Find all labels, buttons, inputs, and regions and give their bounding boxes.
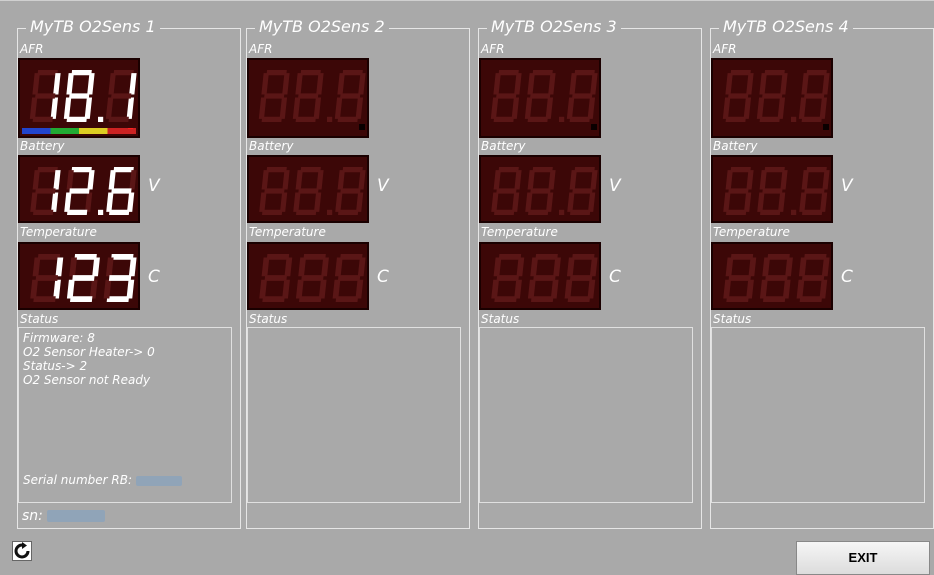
battery-unit: V: [148, 176, 160, 196]
battery-label: Battery: [249, 139, 294, 153]
status-line: Firmware: 8: [23, 331, 95, 345]
exit-button[interactable]: EXIT: [796, 541, 930, 575]
panel-title: MyTB O2Sens 4: [719, 17, 853, 36]
afr-display: [247, 58, 369, 138]
afr-display: [18, 58, 140, 138]
sn-label: sn:: [22, 508, 43, 524]
battery-unit: V: [609, 176, 621, 196]
panel-title: MyTB O2Sens 1: [26, 17, 160, 36]
afr-label: AFR: [481, 42, 505, 56]
status-label: Status: [249, 312, 288, 326]
temperature-unit: C: [841, 267, 853, 287]
status-line: O2 Sensor Heater-> 0: [23, 345, 155, 359]
refresh-icon: [14, 542, 30, 559]
status-line: Status-> 2: [23, 359, 88, 373]
temperature-unit: C: [148, 267, 160, 287]
status-box: [711, 327, 925, 503]
temperature-label: Temperature: [249, 225, 326, 239]
serial-number-row: Serial number RB:: [23, 473, 182, 487]
battery-label: Battery: [481, 139, 526, 153]
sn-redacted: [47, 510, 106, 522]
panel-title: MyTB O2Sens 2: [255, 17, 389, 36]
temperature-display: [711, 242, 833, 310]
battery-label: Battery: [20, 139, 65, 153]
afr-range-bar: [22, 128, 136, 134]
status-line: O2 Sensor not Ready: [23, 373, 151, 387]
status-label: Status: [481, 312, 520, 326]
temperature-label: Temperature: [713, 225, 790, 239]
status-label: Status: [713, 312, 752, 326]
temperature-label: Temperature: [481, 225, 558, 239]
battery-unit: V: [841, 176, 853, 196]
serial-number-label: Serial number RB:: [23, 473, 133, 487]
temperature-unit: C: [377, 267, 389, 287]
afr-label: AFR: [20, 42, 44, 56]
afr-label: AFR: [713, 42, 737, 56]
battery-display: [479, 155, 601, 223]
panel-title: MyTB O2Sens 3: [487, 17, 621, 36]
temperature-display: [18, 242, 140, 310]
afr-display: [711, 58, 833, 138]
status-box: Firmware: 8 O2 Sensor Heater-> 0 Status-> …: [18, 327, 232, 503]
serial-number-redacted: [135, 475, 182, 486]
temperature-unit: C: [609, 267, 621, 287]
battery-display: [18, 155, 140, 223]
battery-display: [711, 155, 833, 223]
temperature-display: [479, 242, 601, 310]
battery-label: Battery: [713, 139, 758, 153]
battery-display: [247, 155, 369, 223]
temperature-display: [247, 242, 369, 310]
sn-row: sn:: [22, 508, 106, 524]
afr-label: AFR: [249, 42, 273, 56]
refresh-button[interactable]: [12, 541, 32, 561]
window-top-edge: [0, 0, 934, 11]
battery-unit: V: [377, 176, 389, 196]
status-box: [247, 327, 461, 503]
afr-display: [479, 58, 601, 138]
status-box: [479, 327, 693, 503]
status-label: Status: [20, 312, 59, 326]
temperature-label: Temperature: [20, 225, 97, 239]
